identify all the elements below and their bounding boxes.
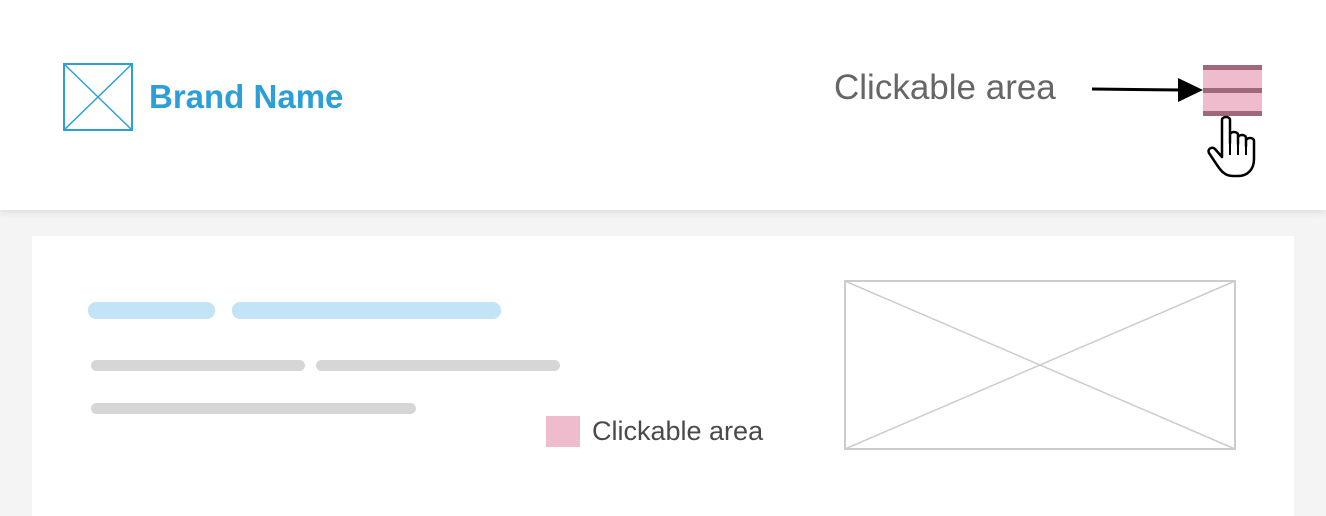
legend-label: Clickable area	[592, 416, 764, 446]
text-line-3	[91, 403, 416, 414]
title-line-2	[232, 302, 501, 319]
menu-bar-middle	[1203, 88, 1262, 93]
content-card: Clickable area	[32, 236, 1294, 516]
hamburger-menu-icon[interactable]	[1203, 65, 1262, 116]
arrow-icon	[1091, 78, 1203, 102]
logo-placeholder-icon	[63, 63, 133, 131]
title-line-1	[88, 302, 215, 319]
clickable-area-annotation: Clickable area	[834, 68, 1056, 107]
text-line-2	[316, 360, 560, 371]
legend-swatch	[546, 416, 580, 447]
header: Brand Name Clickable area	[0, 0, 1326, 210]
hand-pointer-icon	[1207, 115, 1256, 178]
image-placeholder-icon	[844, 280, 1236, 450]
menu-bar-top	[1203, 65, 1262, 70]
brand-name[interactable]: Brand Name	[149, 78, 343, 116]
text-line-1	[91, 360, 305, 371]
